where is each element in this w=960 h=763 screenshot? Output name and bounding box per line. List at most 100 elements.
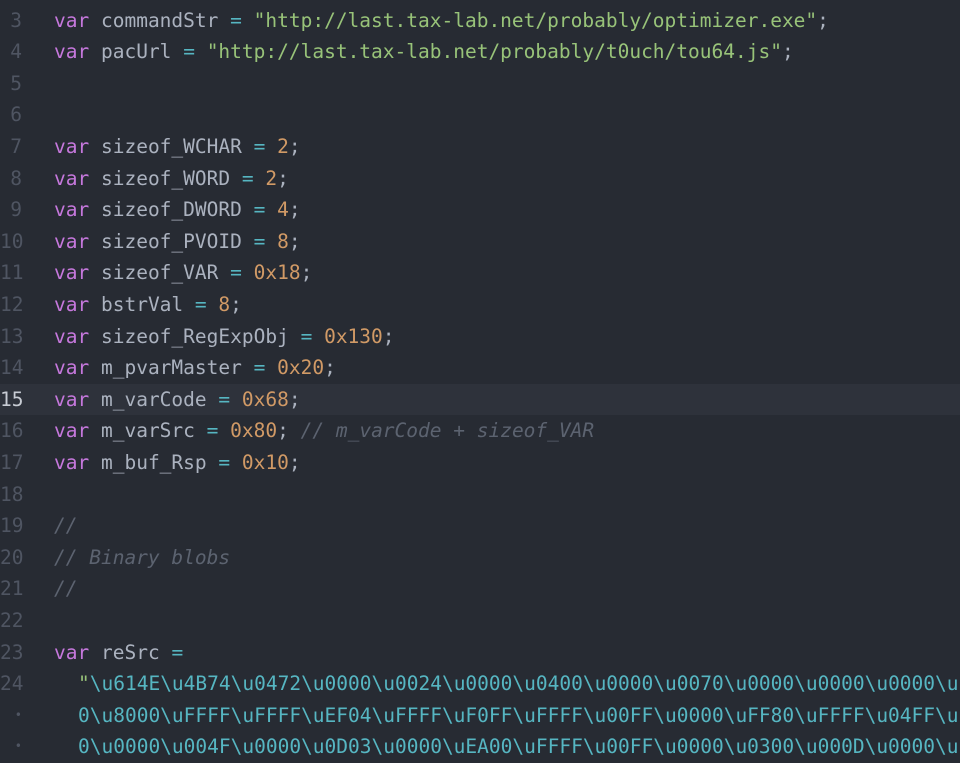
- identifier: sizeof_DWORD: [100, 198, 242, 222]
- number-literal: 0x20: [277, 356, 325, 380]
- operator: =: [194, 292, 207, 316]
- code-content[interactable]: var sizeof_WCHAR = 2;: [54, 131, 960, 163]
- code-content[interactable]: "\u614E\u4B74\u0472\u0000\u0024\u0000\u0…: [78, 668, 960, 700]
- line-number: 21: [0, 577, 24, 601]
- keyword: var: [54, 8, 90, 32]
- code-content[interactable]: var m_varCode = 0x68;: [54, 384, 960, 416]
- comment: //: [54, 577, 78, 601]
- code-line[interactable]: 9 var sizeof_DWORD = 4;: [0, 194, 960, 226]
- line-number: 9: [10, 198, 22, 222]
- operator: =: [253, 229, 266, 253]
- code-line[interactable]: 12 var bstrVal = 8;: [0, 289, 960, 321]
- operator: =: [253, 198, 266, 222]
- line-number: 5: [10, 71, 22, 95]
- code-content[interactable]: var m_pvarMaster = 0x20;: [54, 352, 960, 384]
- code-content[interactable]: //: [54, 573, 960, 605]
- number-literal: 8: [218, 292, 231, 316]
- code-content[interactable]: //: [54, 510, 960, 542]
- number-literal: 0x18: [253, 261, 301, 285]
- keyword: var: [54, 356, 90, 380]
- code-content[interactable]: var sizeof_WORD = 2;: [54, 163, 960, 195]
- code-line[interactable]: 22: [0, 605, 960, 637]
- code-line[interactable]: 5: [0, 68, 960, 100]
- code-line[interactable]: 20 // Binary blobs: [0, 542, 960, 574]
- code-line[interactable]: • 0\u0000\u004F\u0000\u0D03\u0000\uEA00\u…: [0, 731, 960, 763]
- identifier: m_varCode: [100, 387, 207, 411]
- code-line[interactable]: 23 var reSrc =: [0, 637, 960, 669]
- code-content[interactable]: var bstrVal = 8;: [54, 289, 960, 321]
- operator: =: [253, 134, 266, 158]
- code-line[interactable]: 6: [0, 99, 960, 131]
- operator: =: [218, 450, 231, 474]
- operator: =: [206, 419, 219, 443]
- operator: =: [230, 261, 242, 285]
- code-content[interactable]: var m_varSrc = 0x80; // m_varCode + size…: [54, 415, 960, 447]
- string-literal: "http://last.tax-lab.net/probably/t0uch/…: [206, 40, 782, 64]
- identifier: sizeof_RegExpObj: [100, 324, 289, 348]
- code-content[interactable]: var sizeof_RegExpObj = 0x130;: [54, 321, 960, 353]
- line-number: 22: [0, 608, 24, 632]
- code-content[interactable]: var reSrc =: [54, 637, 960, 669]
- keyword: var: [54, 450, 90, 474]
- code-content[interactable]: var commandStr = "http://last.tax-lab.ne…: [54, 5, 960, 37]
- semicolon: ;: [781, 40, 794, 64]
- number-literal: 0x68: [241, 387, 289, 411]
- code-content[interactable]: var sizeof_PVOID = 8;: [54, 226, 960, 258]
- operator: =: [300, 324, 313, 348]
- code-content[interactable]: // Binary blobs: [54, 542, 960, 574]
- code-line[interactable]: 18: [0, 479, 960, 511]
- operator: =: [241, 166, 254, 190]
- keyword: var: [54, 198, 90, 222]
- code-line[interactable]: 15 var m_varCode = 0x68;: [0, 383, 960, 416]
- code-line[interactable]: 7 var sizeof_WCHAR = 2;: [0, 131, 960, 163]
- semicolon: ;: [288, 450, 301, 474]
- code-content[interactable]: var sizeof_VAR = 0x18;: [54, 257, 960, 289]
- identifier: sizeof_VAR: [100, 261, 219, 285]
- operator: =: [171, 640, 184, 664]
- line-number: 19: [0, 514, 24, 538]
- semicolon: ;: [288, 387, 301, 411]
- keyword: var: [54, 640, 90, 664]
- code-content[interactable]: var pacUrl = "http://last.tax-lab.net/pr…: [54, 36, 960, 68]
- line-number: 18: [0, 482, 24, 506]
- semicolon: ;: [300, 261, 313, 285]
- code-line[interactable]: 16 var m_varSrc = 0x80; // m_varCode + si…: [0, 415, 960, 447]
- code-content[interactable]: var m_buf_Rsp = 0x10;: [54, 447, 960, 479]
- code-line[interactable]: 3 var commandStr = "http://last.tax-lab.n…: [0, 5, 960, 37]
- keyword: var: [54, 324, 90, 348]
- comment: // m_varCode + sizeof_VAR: [300, 419, 595, 443]
- code-line[interactable]: 24 "\u614E\u4B74\u0472\u0000\u0024\u0000\…: [0, 668, 960, 700]
- identifier: m_varSrc: [100, 419, 195, 443]
- wrap-marker-icon: •: [14, 739, 22, 754]
- line-number: 16: [0, 419, 24, 443]
- code-line[interactable]: 14 var m_pvarMaster = 0x20;: [0, 352, 960, 384]
- code-line[interactable]: • 0\u8000\uFFFF\uFFFF\uEF04\uFFFF\uF0FF\u…: [0, 700, 960, 732]
- code-line[interactable]: 17 var m_buf_Rsp = 0x10;: [0, 447, 960, 479]
- string-quote: ": [78, 672, 90, 696]
- code-editor[interactable]: 3 var commandStr = "http://last.tax-lab.n…: [0, 0, 960, 758]
- identifier: reSrc: [100, 640, 160, 664]
- line-number: 15: [0, 387, 24, 411]
- code-line[interactable]: 11 var sizeof_VAR = 0x18;: [0, 257, 960, 289]
- comment: // Binary blobs: [54, 545, 231, 569]
- line-number: 23: [0, 640, 24, 664]
- unicode-escapes: \u614E\u4B74\u0472\u0000\u0024\u0000\u04…: [89, 672, 959, 696]
- semicolon: ;: [288, 198, 301, 222]
- code-line[interactable]: 19 //: [0, 510, 960, 542]
- code-content[interactable]: 0\u0000\u004F\u0000\u0D03\u0000\uEA00\uF…: [78, 731, 960, 763]
- number-literal: 8: [277, 229, 289, 253]
- keyword: var: [54, 419, 90, 443]
- line-number: 11: [0, 261, 24, 285]
- code-line[interactable]: 13 var sizeof_RegExpObj = 0x130;: [0, 321, 960, 353]
- code-content[interactable]: var sizeof_DWORD = 4;: [54, 194, 960, 226]
- code-line[interactable]: 21 //: [0, 573, 960, 605]
- code-line[interactable]: 4 var pacUrl = "http://last.tax-lab.net/p…: [0, 36, 960, 68]
- code-line[interactable]: 10 var sizeof_PVOID = 8;: [0, 226, 960, 258]
- identifier: m_buf_Rsp: [100, 450, 207, 474]
- operator: =: [230, 8, 242, 32]
- semicolon: ;: [277, 166, 289, 190]
- code-line[interactable]: 8 var sizeof_WORD = 2;: [0, 163, 960, 195]
- identifier: pacUrl: [100, 40, 172, 64]
- code-content[interactable]: 0\u8000\uFFFF\uFFFF\uEF04\uFFFF\uF0FF\uF…: [78, 700, 960, 732]
- keyword: var: [54, 166, 90, 190]
